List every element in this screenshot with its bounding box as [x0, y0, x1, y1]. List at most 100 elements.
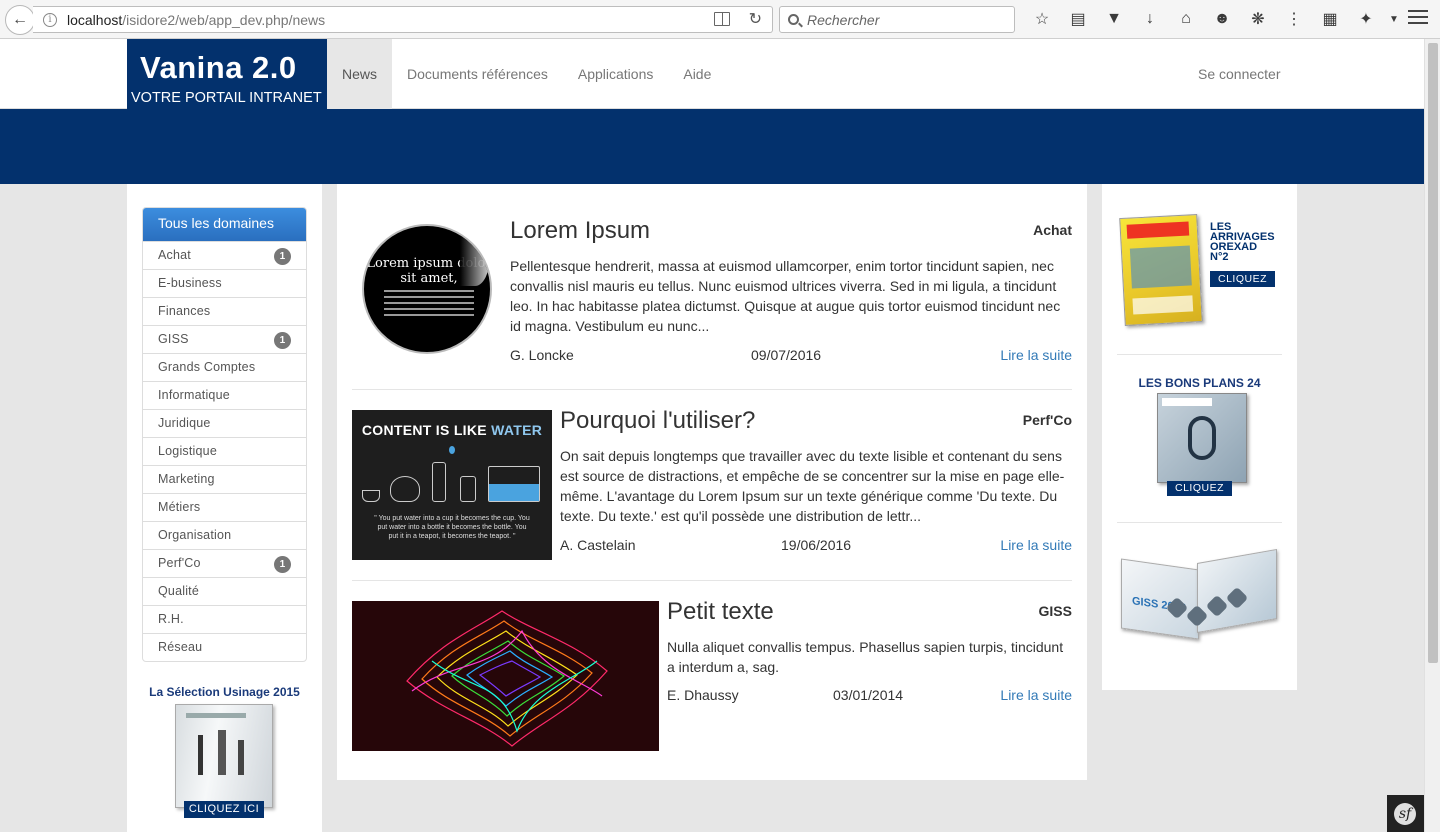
- domains-header[interactable]: Tous les domaines: [143, 208, 306, 241]
- bons-plans-magazine-image[interactable]: [1157, 393, 1247, 483]
- right-sidebar: LES ARRIVAGES OREXAD N°2 CLIQUEZ ICI LES…: [1102, 184, 1297, 690]
- domain-item[interactable]: GISS 1: [143, 325, 306, 353]
- hamburger-menu-icon[interactable]: [1408, 10, 1428, 28]
- toolbar-icons: ☆ ▤ ▼ ↓ ⌂ ☻ ❋ ⋮ ▦ ✦ ▼: [1024, 8, 1404, 30]
- catalog-cover-image[interactable]: [175, 704, 273, 808]
- home-icon[interactable]: ⌂: [1168, 8, 1204, 30]
- article-title[interactable]: Lorem Ipsum: [510, 217, 650, 245]
- info-icon[interactable]: i: [43, 12, 57, 27]
- article-author: G. Loncke: [510, 347, 574, 363]
- domain-item[interactable]: Informatique: [143, 381, 306, 409]
- article-title[interactable]: Pourquoi l'utiliser?: [560, 407, 755, 435]
- ad-bons-plans[interactable]: LES BONS PLANS 24 CLIQUEZ ICI: [1117, 376, 1282, 509]
- bons-plans-button[interactable]: CLIQUEZ ICI: [1167, 481, 1232, 509]
- domain-item[interactable]: Logistique: [143, 437, 306, 465]
- thumb-title: CONTENT IS LIKE WATER: [361, 422, 543, 438]
- orexad-magazine-image[interactable]: [1119, 214, 1203, 326]
- count-badge: 1: [274, 248, 291, 265]
- site-header: Vanina 2.0 VOTRE PORTAIL INTRANET News D…: [0, 39, 1424, 109]
- dropdown-icon[interactable]: ▼: [1384, 8, 1404, 30]
- left-sidebar: Tous les domaines Achat 1 E-business Fina…: [127, 184, 322, 832]
- nav-documents[interactable]: Documents références: [392, 39, 563, 109]
- article-thumbnail[interactable]: CONTENT IS LIKE WATER " You put water in…: [352, 410, 552, 560]
- ad-divider: [1117, 354, 1282, 355]
- domain-item[interactable]: Réseau: [143, 633, 306, 661]
- reload-icon[interactable]: ↻: [749, 9, 762, 29]
- article-author: E. Dhaussy: [667, 687, 739, 703]
- browser-toolbar: ← i localhost/isidore2/web/app_dev.php/n…: [0, 0, 1440, 39]
- thumb-subtext: [384, 290, 474, 320]
- domain-item[interactable]: Grands Comptes: [143, 353, 306, 381]
- search-input[interactable]: Rechercher: [779, 6, 1015, 33]
- reader-icon[interactable]: [714, 12, 730, 26]
- reading-list-icon[interactable]: ▤: [1060, 8, 1096, 30]
- nav-aide[interactable]: Aide: [668, 39, 726, 109]
- article-divider: [352, 389, 1072, 390]
- article-category: Achat: [1033, 222, 1072, 238]
- login-link[interactable]: Se connecter: [1198, 66, 1281, 82]
- brand-logo[interactable]: Vanina 2.0 VOTRE PORTAIL INTRANET: [127, 39, 327, 109]
- url-text: localhost/isidore2/web/app_dev.php/news: [67, 11, 326, 28]
- domain-item[interactable]: Métiers: [143, 493, 306, 521]
- domain-item[interactable]: Finances: [143, 297, 306, 325]
- emoji-icon[interactable]: ☻: [1204, 8, 1240, 30]
- extension-icon[interactable]: ✦: [1348, 8, 1384, 30]
- nav-news[interactable]: News: [327, 39, 393, 109]
- pocket-icon[interactable]: ▼: [1096, 8, 1132, 30]
- count-badge: 1: [274, 556, 291, 573]
- search-icon: [788, 14, 799, 25]
- bookmark-star-icon[interactable]: ☆: [1024, 8, 1060, 30]
- domain-item[interactable]: Juridique: [143, 409, 306, 437]
- count-badge: 1: [274, 332, 291, 349]
- ad-divider: [1117, 522, 1282, 523]
- sitemap-icon[interactable]: ▦: [1312, 8, 1348, 30]
- ad-orexad[interactable]: LES ARRIVAGES OREXAD N°2 CLIQUEZ ICI: [1117, 214, 1282, 328]
- article-author: A. Castelain: [560, 537, 636, 553]
- article-thumbnail[interactable]: [352, 601, 659, 751]
- ad-giss[interactable]: GISS 2015: [1117, 548, 1282, 650]
- header-banner: [0, 109, 1424, 184]
- brand-title: Vanina 2.0: [140, 50, 297, 85]
- read-more-link[interactable]: Lire la suite: [1000, 687, 1072, 703]
- url-bar[interactable]: i localhost/isidore2/web/app_dev.php/new…: [33, 6, 773, 33]
- article-date: 03/01/2014: [833, 687, 904, 703]
- domain-item[interactable]: Qualité: [143, 577, 306, 605]
- back-arrow-icon[interactable]: ←: [5, 5, 35, 35]
- domains-panel: Tous les domaines Achat 1 E-business Fina…: [142, 207, 307, 662]
- article-excerpt: Nulla aliquet convallis tempus. Phasellu…: [667, 639, 1064, 675]
- article-excerpt: Pellentesque hendrerit, massa at euismod…: [510, 258, 1061, 334]
- footprints-icon[interactable]: ⋮: [1276, 8, 1312, 30]
- bons-plans-title: LES BONS PLANS 24: [1138, 376, 1261, 390]
- orexad-button[interactable]: CLIQUEZ ICI: [1210, 271, 1275, 301]
- bug-icon[interactable]: ❋: [1240, 8, 1276, 30]
- news-list: Lorem ipsum dolor sit amet, Lorem Ipsum …: [337, 184, 1087, 780]
- news-article: Petit texte GISS Nulla aliquet convallis…: [352, 598, 1072, 751]
- article-date: 19/06/2016: [781, 537, 852, 553]
- domain-item[interactable]: R.H.: [143, 605, 306, 633]
- symfony-icon: sf: [1394, 803, 1416, 825]
- nav-applications[interactable]: Applications: [563, 39, 669, 109]
- article-category: Perf'Co: [1022, 412, 1072, 428]
- giss-brochure-image[interactable]: GISS 2015: [1117, 548, 1282, 645]
- search-placeholder: Rechercher: [807, 11, 880, 28]
- domain-item[interactable]: Marketing: [143, 465, 306, 493]
- promo-title[interactable]: La Sélection Usinage 2015: [127, 685, 322, 699]
- domain-item[interactable]: Achat 1: [143, 241, 306, 269]
- article-excerpt: On sait depuis longtemps que travailler …: [560, 448, 1065, 524]
- download-icon[interactable]: ↓: [1132, 8, 1168, 30]
- symfony-toolbar-toggle[interactable]: sf: [1387, 795, 1424, 832]
- main-nav: News Documents références Applications A…: [327, 39, 726, 109]
- domain-item[interactable]: E-business: [143, 269, 306, 297]
- article-thumbnail[interactable]: Lorem ipsum dolor sit amet,: [362, 224, 492, 354]
- news-article: Lorem ipsum dolor sit amet, Lorem Ipsum …: [352, 217, 1072, 370]
- read-more-link[interactable]: Lire la suite: [1000, 347, 1072, 363]
- promo-button[interactable]: CLIQUEZ ICI: [184, 801, 264, 818]
- scroll-thumb[interactable]: [1428, 43, 1438, 663]
- read-more-link[interactable]: Lire la suite: [1000, 537, 1072, 553]
- article-divider: [352, 580, 1072, 581]
- domain-item[interactable]: Organisation: [143, 521, 306, 549]
- page-scrollbar[interactable]: [1424, 39, 1440, 832]
- thumb-quote: " You put water into a cup it becomes th…: [374, 515, 530, 540]
- domain-item[interactable]: Perf'Co 1: [143, 549, 306, 577]
- article-title[interactable]: Petit texte: [667, 598, 774, 626]
